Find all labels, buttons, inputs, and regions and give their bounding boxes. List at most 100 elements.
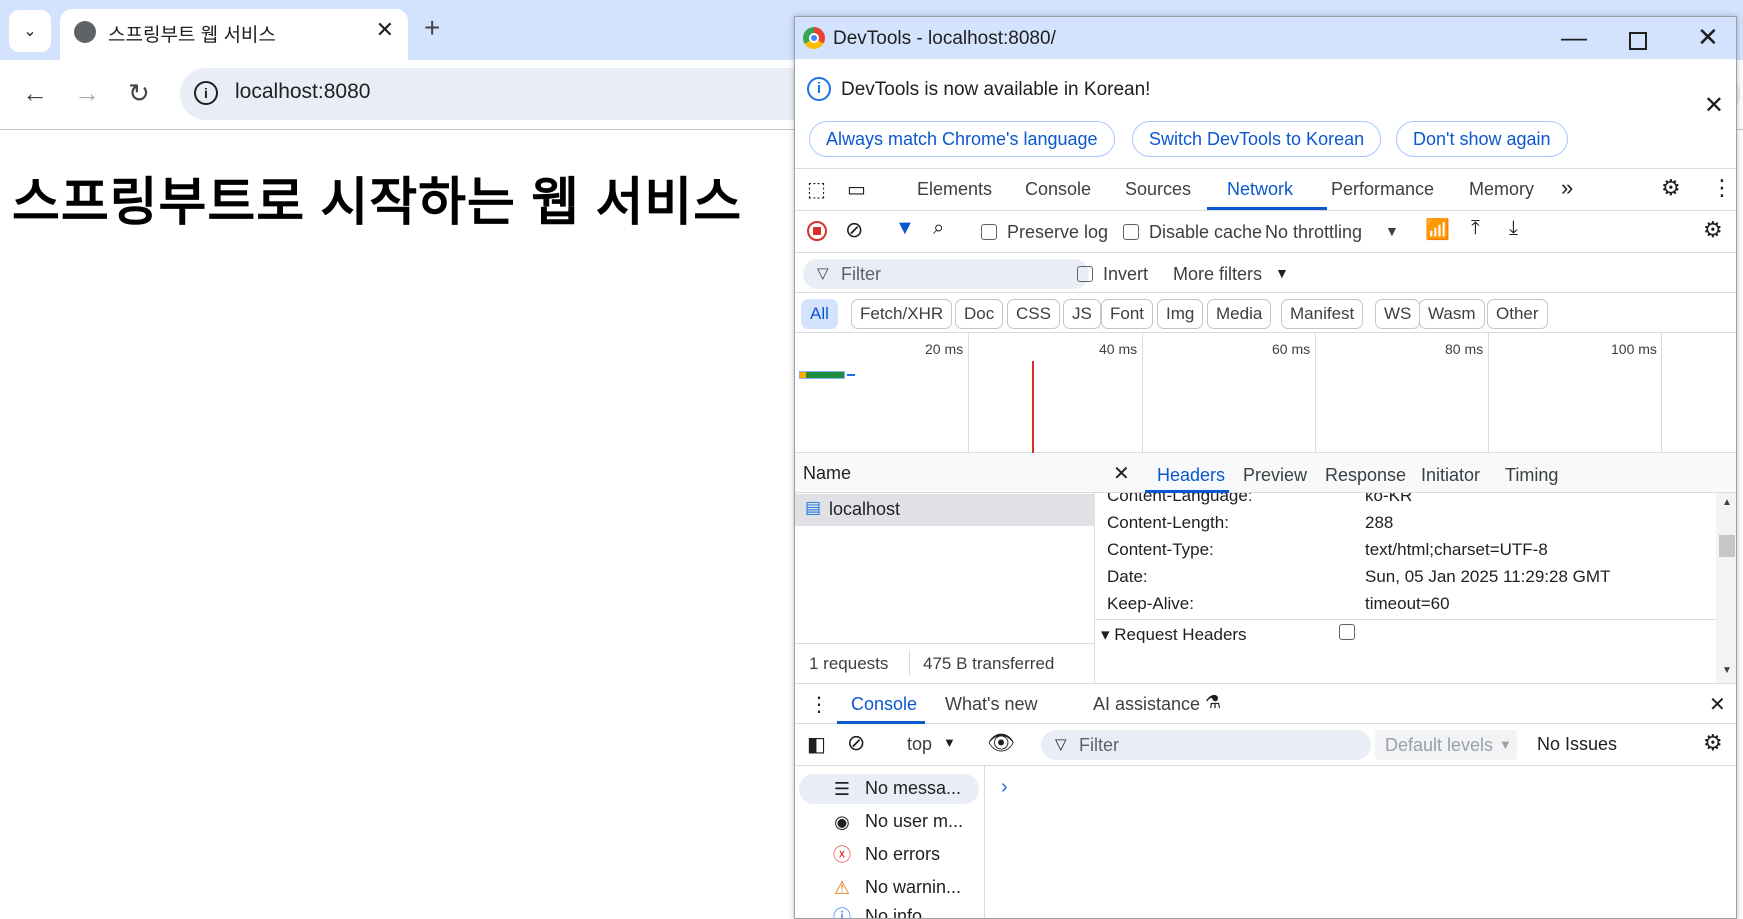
export-har-icon[interactable]: ⤓ [1509,217,1518,240]
type-img[interactable]: Img [1157,299,1204,329]
throttling-select[interactable]: No throttling [1265,222,1362,243]
device-toolbar-icon[interactable]: ▭ [847,177,866,202]
drawer-menu-icon[interactable]: ⋮ [809,692,829,717]
type-media[interactable]: Media [1207,299,1272,329]
switch-korean-button[interactable]: Switch DevTools to Korean [1132,121,1382,157]
info-icon: ⓘ [833,907,851,919]
network-settings-icon[interactable]: ⚙ [1703,217,1723,243]
devtools-title: DevTools - localhost:8080/ [833,28,1056,49]
site-info-icon[interactable]: i [194,81,218,105]
sidebar-label: No info [865,906,923,919]
close-window-icon[interactable]: ✕ [1697,22,1719,53]
context-select[interactable]: top [907,734,932,755]
tab-timing[interactable]: Timing [1505,465,1558,486]
close-tab-icon[interactable]: ✕ [376,17,394,43]
type-ws[interactable]: WS [1375,299,1421,329]
grid-line [968,333,969,453]
type-other[interactable]: Other [1487,299,1548,329]
back-icon[interactable]: ← [22,78,48,109]
error-icon: ⓧ [833,845,851,865]
invert-checkbox[interactable] [1077,265,1093,283]
tab-sources[interactable]: Sources [1125,179,1191,200]
tab-response[interactable]: Response [1325,465,1406,486]
inspect-element-icon[interactable]: ⬚ [807,177,826,202]
type-manifest[interactable]: Manifest [1281,299,1364,329]
tab-search-button[interactable]: ⌄ [9,10,51,52]
network-conditions-icon[interactable]: 📶 [1425,217,1450,242]
log-levels-select[interactable]: Default levels ▼ [1375,730,1517,760]
close-detail-icon[interactable]: ✕ [1113,461,1130,486]
search-icon[interactable]: ⌕ [933,217,944,240]
kebab-menu-icon[interactable]: ⋮ [1711,175,1733,201]
header-value: Sun, 05 Jan 2025 11:29:28 GMT [1365,567,1611,586]
sidebar-toggle-icon[interactable]: ◧ [807,732,826,757]
preserve-log-checkbox[interactable] [981,223,997,241]
close-drawer-icon[interactable]: ✕ [1709,692,1726,717]
raw-checkbox[interactable] [1339,623,1355,641]
console-drawer: ⋮ Console What's new AI assistance ⚗ ✕ ◧… [795,683,1736,919]
drawer-tab-whats-new[interactable]: What's new [945,694,1037,715]
reload-icon[interactable]: ↻ [128,78,150,109]
filter-placeholder: Filter [841,264,881,284]
tab-initiator[interactable]: Initiator [1421,465,1480,486]
name-column-header[interactable]: Name [795,453,1095,493]
type-wasm[interactable]: Wasm [1419,299,1485,329]
network-toolbar: ⊘ ▼ ⌕ Preserve log Disable cache No thro… [795,211,1736,253]
infobar-close-icon[interactable]: ✕ [1704,91,1724,120]
tab-headers[interactable]: Headers [1157,465,1225,486]
match-language-button[interactable]: Always match Chrome's language [809,121,1115,157]
info-icon: i [807,77,831,101]
more-tabs-icon[interactable]: » [1561,175,1573,201]
scroll-thumb[interactable] [1719,535,1735,557]
more-filters-button[interactable]: More filters [1173,264,1262,285]
request-row[interactable]: ▤ localhost [795,494,1095,526]
drawer-tab-console[interactable]: Console [851,694,917,715]
maximize-icon[interactable] [1629,32,1647,50]
tab-memory[interactable]: Memory [1469,179,1534,200]
devtools-titlebar: DevTools - localhost:8080/ — ✕ [795,17,1736,59]
issues-counter[interactable]: No Issues [1537,734,1617,755]
tab-preview[interactable]: Preview [1243,465,1307,486]
type-js[interactable]: JS [1063,299,1101,329]
dont-show-again-button[interactable]: Don't show again [1396,121,1568,157]
tab-elements[interactable]: Elements [917,179,992,200]
sidebar-label: No messa... [865,778,962,798]
chevron-down-icon[interactable]: ▼ [1385,223,1399,239]
scroll-down-icon[interactable]: ▼ [1722,665,1732,676]
console-settings-icon[interactable]: ⚙ [1703,730,1723,756]
settings-gear-icon[interactable]: ⚙ [1661,175,1681,201]
record-icon[interactable] [807,221,827,241]
clear-console-icon[interactable]: ⊘ [847,730,865,756]
type-doc[interactable]: Doc [955,299,1004,329]
clear-icon[interactable]: ⊘ [845,217,863,243]
header-name: Content-Type: [1107,540,1214,559]
filter-funnel-icon[interactable]: ▼ [895,217,915,240]
type-css[interactable]: CSS [1007,299,1060,329]
drawer-tab-ai-assistance[interactable]: AI assistance [1093,694,1200,715]
browser-tab[interactable]: 스프링부트 웹 서비스 ✕ [60,9,408,60]
scrollbar[interactable]: ▲ ▼ [1716,493,1736,683]
tab-network[interactable]: Network [1227,179,1293,200]
resource-type-filters: All Fetch/XHR Doc CSS JS Font Img Media … [795,293,1736,333]
tab-console[interactable]: Console [1025,179,1091,200]
chevron-down-icon[interactable]: ▼ [1275,265,1289,281]
request-headers-toggle[interactable]: ▾ Request Headers [1101,625,1247,643]
disable-cache-checkbox[interactable] [1123,223,1139,241]
scroll-up-icon[interactable]: ▲ [1722,497,1732,508]
chevron-down-icon[interactable]: ▼ [943,735,956,750]
console-prompt[interactable]: › [1001,776,1008,799]
new-tab-button[interactable]: + [424,12,440,44]
document-icon: ▤ [805,498,822,517]
type-all[interactable]: All [801,299,838,329]
request-count: 1 requests [809,654,889,673]
type-fetch-xhr[interactable]: Fetch/XHR [851,299,953,329]
tab-performance[interactable]: Performance [1331,179,1434,200]
import-har-icon[interactable]: ⤒ [1471,217,1480,240]
eye-icon[interactable]: 👁 [987,730,1015,756]
filter-input[interactable]: ▽ Filter [803,259,1089,289]
console-filter-input[interactable]: ▽ Filter [1041,730,1371,760]
minimize-icon[interactable]: — [1561,22,1587,53]
type-font[interactable]: Font [1101,299,1154,329]
network-overview[interactable]: 20 ms 40 ms 60 ms 80 ms 100 ms [795,333,1736,453]
forward-icon[interactable]: → [74,78,100,109]
